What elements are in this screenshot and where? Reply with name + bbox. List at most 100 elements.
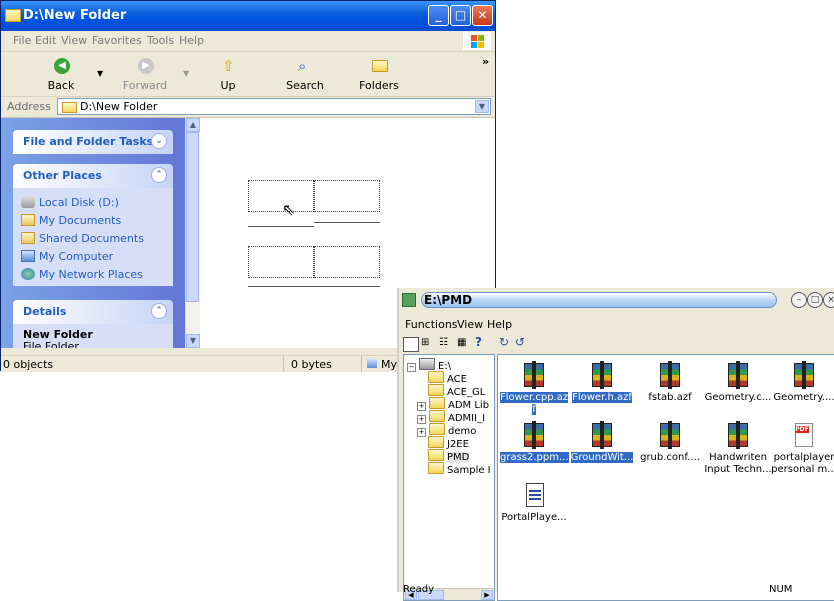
folder-icon bbox=[429, 410, 445, 422]
file-icon-view[interactable]: Flower.cpp.az f Flower.h.azf fstab.azf Geom… bbox=[497, 354, 834, 601]
menu-bar: File Edit View Favorites Tools Help bbox=[1, 31, 495, 52]
title-bar[interactable]: E:\PMD – □ × bbox=[399, 288, 834, 312]
maximize-button[interactable]: □ bbox=[807, 292, 823, 308]
search-label: Search bbox=[286, 79, 324, 92]
window-title: D:\New Folder bbox=[23, 8, 127, 23]
close-button[interactable]: ✕ bbox=[472, 5, 493, 26]
menu-tools[interactable]: Tools bbox=[147, 34, 174, 47]
collapse-chevron-icon[interactable]: ⌃ bbox=[151, 303, 167, 319]
address-label: Address bbox=[7, 100, 51, 113]
menu-favorites[interactable]: Favorites bbox=[92, 34, 142, 47]
selection-box bbox=[314, 246, 380, 278]
file-label-text: Geometry.... bbox=[773, 392, 834, 403]
other-places-header[interactable]: Other Places ⌃ bbox=[13, 164, 173, 188]
drive-icon bbox=[21, 196, 35, 208]
app-icon bbox=[402, 293, 416, 307]
file-item[interactable]: PDF portalplayer personal m... bbox=[770, 421, 834, 476]
mouse-cursor-icon: ⇖ bbox=[282, 200, 296, 219]
link-shared-documents[interactable]: Shared Documents bbox=[21, 232, 144, 245]
file-item[interactable]: Geometry.... bbox=[770, 361, 834, 404]
sync-icon[interactable]: ↺ bbox=[515, 335, 529, 350]
file-label-text: GroundWit... bbox=[570, 452, 634, 463]
toolbar: ◀ Back ▼ ▶ Forward ▼ ⇧ Up ⌕ Search Folde… bbox=[1, 52, 495, 97]
address-field[interactable]: D:\New Folder ▼ bbox=[57, 98, 491, 115]
menu-view[interactable]: View bbox=[457, 318, 483, 331]
link-local-disk[interactable]: Local Disk (D:) bbox=[21, 196, 119, 209]
folder-tree[interactable]: − E:\ ACE ACE_GL + ADM Lib + ADMII_I + demo … bbox=[403, 354, 495, 601]
large-icons-button[interactable] bbox=[403, 337, 419, 352]
forward-dropdown-icon[interactable]: ▼ bbox=[183, 69, 189, 78]
tree-item[interactable]: + ADMII_I bbox=[417, 410, 485, 424]
tree-item[interactable]: + ADM Lib bbox=[417, 397, 489, 411]
search-button[interactable]: ⌕ Search bbox=[280, 55, 330, 93]
file-label-text: Geometry.c... bbox=[704, 392, 772, 403]
link-label: Shared Documents bbox=[39, 232, 144, 245]
forward-label: Forward bbox=[122, 79, 168, 92]
up-button[interactable]: ⇧ Up bbox=[203, 55, 253, 93]
back-dropdown-icon[interactable]: ▼ bbox=[97, 69, 103, 78]
file-item[interactable]: PortalPlaye... bbox=[500, 481, 568, 524]
minimize-button[interactable]: _ bbox=[428, 5, 449, 26]
window-title: E:\PMD bbox=[424, 293, 473, 307]
maximize-button[interactable]: □ bbox=[450, 5, 471, 26]
file-label: fstab.azf bbox=[636, 392, 704, 404]
back-label: Back bbox=[47, 79, 75, 92]
menu-file[interactable]: File bbox=[13, 34, 31, 47]
selection-box bbox=[248, 180, 314, 212]
file-item[interactable]: Flower.h.azf bbox=[568, 361, 636, 404]
tree-item-selected[interactable]: PMD bbox=[428, 449, 470, 463]
file-item[interactable]: Flower.cpp.az f bbox=[500, 361, 569, 416]
refresh-icon[interactable]: ↻ bbox=[499, 335, 513, 350]
menu-edit[interactable]: Edit bbox=[35, 34, 56, 47]
expand-chevron-icon[interactable]: ⌄ bbox=[151, 133, 167, 149]
status-objects: 0 objects bbox=[3, 358, 54, 371]
link-my-documents[interactable]: My Documents bbox=[21, 214, 121, 227]
selection-box bbox=[314, 180, 380, 212]
address-dropdown-button[interactable]: ▼ bbox=[475, 100, 489, 113]
list-view-button[interactable]: ☷ bbox=[439, 337, 453, 350]
file-item[interactable]: GroundWit... bbox=[568, 421, 636, 464]
tree-root[interactable]: − E:\ bbox=[407, 358, 451, 372]
task-pane-scrollbar[interactable]: ▲ ▼ bbox=[185, 118, 200, 348]
folders-button[interactable]: Folders bbox=[354, 55, 404, 93]
collapse-chevron-icon[interactable]: ⌃ bbox=[151, 167, 167, 183]
toolbar-overflow-button[interactable]: » bbox=[482, 55, 489, 68]
title-bar[interactable]: D:\New Folder _ □ ✕ bbox=[1, 1, 495, 31]
file-item[interactable]: grub.conf.... bbox=[636, 421, 704, 464]
link-my-network-places[interactable]: My Network Places bbox=[21, 268, 143, 281]
scroll-thumb[interactable] bbox=[186, 132, 199, 302]
scroll-up-arrow-icon[interactable]: ▲ bbox=[186, 118, 200, 132]
tree-item[interactable]: ACE bbox=[428, 371, 467, 385]
pmd-window: E:\PMD – □ × Functions View Help ⊞ ☷ ▦ ?… bbox=[397, 288, 834, 601]
menu-functions[interactable]: Functions bbox=[405, 318, 458, 331]
divider bbox=[361, 356, 362, 372]
details-view-button[interactable]: ▦ bbox=[457, 337, 471, 350]
back-button[interactable]: ◀ Back bbox=[36, 55, 86, 93]
file-item[interactable]: fstab.azf bbox=[636, 361, 704, 404]
link-my-computer[interactable]: My Computer bbox=[21, 250, 113, 263]
archive-icon bbox=[725, 361, 751, 389]
folder-icon bbox=[428, 436, 444, 448]
tree-item[interactable]: ACE_GL bbox=[428, 384, 485, 398]
tree-item[interactable]: J2EE bbox=[428, 436, 469, 450]
menu-help[interactable]: Help bbox=[179, 34, 204, 47]
help-icon[interactable]: ? bbox=[475, 335, 489, 350]
forward-button[interactable]: ▶ Forward bbox=[120, 55, 170, 93]
link-label: My Network Places bbox=[39, 268, 143, 281]
up-label: Up bbox=[220, 79, 236, 92]
small-icons-button[interactable]: ⊞ bbox=[421, 337, 435, 350]
minimize-button[interactable]: – bbox=[791, 292, 807, 308]
menu-view[interactable]: View bbox=[61, 34, 87, 47]
close-button[interactable]: × bbox=[823, 292, 834, 308]
file-item[interactable]: Geometry.c... bbox=[704, 361, 772, 404]
menu-help[interactable]: Help bbox=[487, 318, 512, 331]
document-icon bbox=[521, 481, 547, 509]
file-item[interactable]: grass2.ppm... bbox=[500, 421, 569, 464]
details-header[interactable]: Details ⌃ bbox=[13, 300, 173, 324]
computer-icon bbox=[367, 359, 377, 368]
file-folder-tasks-header[interactable]: File and Folder Tasks ⌄ bbox=[13, 130, 173, 154]
file-item[interactable]: Handwriten Input Techn... bbox=[704, 421, 772, 476]
tree-item[interactable]: Sample I bbox=[428, 462, 491, 476]
tree-item[interactable]: + demo bbox=[417, 423, 476, 437]
